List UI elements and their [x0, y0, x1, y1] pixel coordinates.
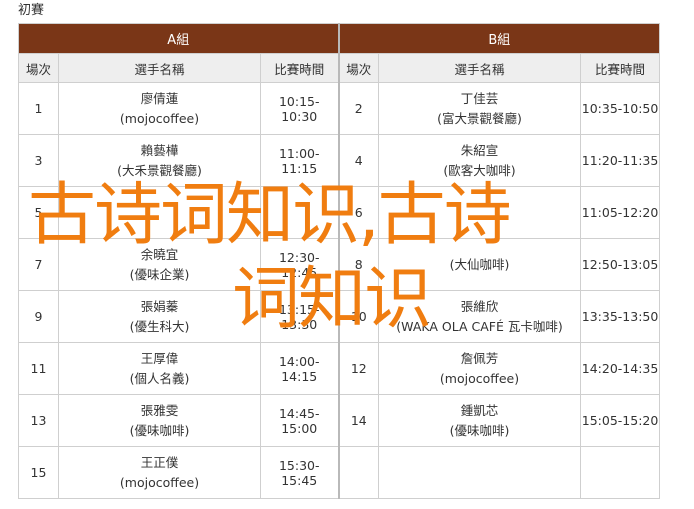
b-player-cell: 丁佳芸 (富大景觀餐廳): [378, 82, 582, 135]
a-player-cell: 廖倩蓮 (mojocoffee): [58, 82, 261, 135]
b-player-cell: (大仙咖啡): [378, 238, 582, 291]
player-team: (大仙咖啡): [449, 256, 510, 272]
a-time-cell: 13:15-13:30: [259, 290, 340, 343]
b-order-cell: [338, 446, 380, 499]
a-player-cell: 張雅雯 (優味咖啡): [58, 394, 261, 447]
b-order-cell: 8: [338, 238, 380, 291]
a-order-cell: 5: [18, 186, 59, 239]
player-team: (mojocoffee): [119, 110, 200, 126]
player-name: 張維欣: [460, 298, 499, 314]
b-players-header: 選手名稱: [378, 53, 582, 83]
player-team: (mojocoffee): [119, 474, 200, 490]
b-order-cell: 2: [338, 82, 380, 135]
a-order-header: 場次: [18, 53, 59, 83]
player-name: 廖倩蓮: [140, 90, 179, 106]
table-row: 1 廖倩蓮 (mojocoffee) 10:15-10:30 2 丁佳芸 (富大景觀餐廳) 1…: [18, 82, 661, 135]
table-row: 5 6 11:05-12:20: [18, 186, 661, 239]
player-name: 張娟蓁: [140, 298, 179, 314]
a-order-cell: 13: [18, 394, 59, 447]
b-time-cell: 11:05-12:20: [580, 186, 661, 239]
a-order-cell: 1: [18, 82, 59, 135]
a-time-cell: 12:30-12:45: [259, 238, 340, 291]
b-order-cell: 14: [338, 394, 380, 447]
b-time-cell: 10:35-10:50: [580, 82, 661, 135]
player-team: (大禾景觀餐廳): [117, 162, 202, 178]
player-name: 朱紹宣: [460, 142, 499, 158]
player-team: (mojocoffee): [439, 370, 520, 386]
a-time-cell: 11:00-11:15: [259, 134, 340, 187]
b-time-cell: 15:05-15:20: [580, 394, 661, 447]
player-name: 丁佳芸: [460, 90, 499, 106]
a-time-cell: 14:00-14:15: [259, 342, 340, 395]
group-header-row: A組 B組: [17, 23, 661, 54]
player-team: (WAKA OLA CAFÉ 瓦卡咖啡): [396, 318, 563, 334]
a-player-cell: 張娟蓁 (優生科大): [58, 290, 261, 343]
a-player-cell: 王正僕 (mojocoffee): [58, 446, 261, 499]
player-name: 余曉宜: [140, 246, 179, 262]
table-row: 3 賴藝樺 (大禾景觀餐廳) 11:00-11:15 4 朱紹宣 (歐客大咖啡) 11:20-…: [18, 134, 661, 187]
a-time-cell: [259, 186, 340, 239]
a-order-cell: 3: [18, 134, 59, 187]
player-name: 王厚偉: [140, 350, 179, 366]
table-row: 7 余曉宜 (優味企業) 12:30-12:45 8 (大仙咖啡) 12:50-13:05: [18, 238, 661, 291]
a-player-cell: 賴藝樺 (大禾景觀餐廳): [58, 134, 261, 187]
a-players-header: 選手名稱: [58, 53, 261, 83]
b-time-cell: 12:50-13:05: [580, 238, 661, 291]
a-order-cell: 9: [18, 290, 59, 343]
b-time-cell: 11:20-11:35: [580, 134, 661, 187]
a-time-cell: 15:30-15:45: [259, 446, 340, 499]
b-time-cell: 14:20-14:35: [580, 342, 661, 395]
player-name: 詹佩芳: [460, 350, 499, 366]
player-name: 賴藝樺: [140, 142, 179, 158]
a-time-cell: 10:15-10:30: [259, 82, 340, 135]
b-order-cell: 10: [338, 290, 380, 343]
a-player-cell: 余曉宜 (優味企業): [58, 238, 261, 291]
b-order-cell: 6: [338, 186, 380, 239]
group-a-header: A組: [17, 23, 340, 54]
schedule-table: A組 B組 場次 選手名稱 比賽時間 場次 選手名稱 比賽時間 1 廖倩蓮 (moj…: [17, 23, 661, 499]
table-row: 15 王正僕 (mojocoffee) 15:30-15:45: [18, 446, 661, 499]
page-heading: 初賽: [18, 3, 45, 18]
b-player-cell: 詹佩芳 (mojocoffee): [378, 342, 582, 395]
player-team: (個人名義): [129, 370, 190, 386]
b-order-header: 場次: [338, 53, 380, 83]
a-order-cell: 11: [18, 342, 59, 395]
column-header-row: 場次 選手名稱 比賽時間 場次 選手名稱 比賽時間: [18, 53, 661, 83]
b-player-cell: 鍾凱芯 (優味咖啡): [378, 394, 582, 447]
b-order-cell: 4: [338, 134, 380, 187]
player-name: 王正僕: [140, 454, 179, 470]
player-name: 張雅雯: [140, 402, 179, 418]
b-order-cell: 12: [338, 342, 380, 395]
table-row: 11 王厚偉 (個人名義) 14:00-14:15 12 詹佩芳 (mojocoffee) 1…: [18, 342, 661, 395]
b-player-cell: [378, 446, 582, 499]
b-player-cell: 張維欣 (WAKA OLA CAFÉ 瓦卡咖啡): [378, 290, 582, 343]
b-player-cell: [378, 186, 582, 239]
b-time-header: 比賽時間: [580, 53, 661, 83]
a-order-cell: 7: [18, 238, 59, 291]
player-team: (優生科大): [129, 318, 190, 334]
player-name: 鍾凱芯: [460, 402, 499, 418]
b-player-cell: 朱紹宣 (歐客大咖啡): [378, 134, 582, 187]
a-time-header: 比賽時間: [259, 53, 340, 83]
player-team: (優味企業): [129, 266, 190, 282]
b-time-cell: [580, 446, 661, 499]
a-order-cell: 15: [18, 446, 59, 499]
a-player-cell: 王厚偉 (個人名義): [58, 342, 261, 395]
player-team: (優味咖啡): [129, 422, 190, 438]
table-row: 9 張娟蓁 (優生科大) 13:15-13:30 10 張維欣 (WAKA OLA CAFÉ…: [18, 290, 661, 343]
table-row: 13 張雅雯 (優味咖啡) 14:45-15:00 14 鍾凱芯 (優味咖啡) 15:05-1…: [18, 394, 661, 447]
player-team: (歐客大咖啡): [443, 162, 516, 178]
b-time-cell: 13:35-13:50: [580, 290, 661, 343]
player-team: (優味咖啡): [449, 422, 510, 438]
player-team: (富大景觀餐廳): [437, 110, 522, 126]
a-time-cell: 14:45-15:00: [259, 394, 340, 447]
a-player-cell: [58, 186, 261, 239]
group-b-header: B組: [338, 23, 661, 54]
